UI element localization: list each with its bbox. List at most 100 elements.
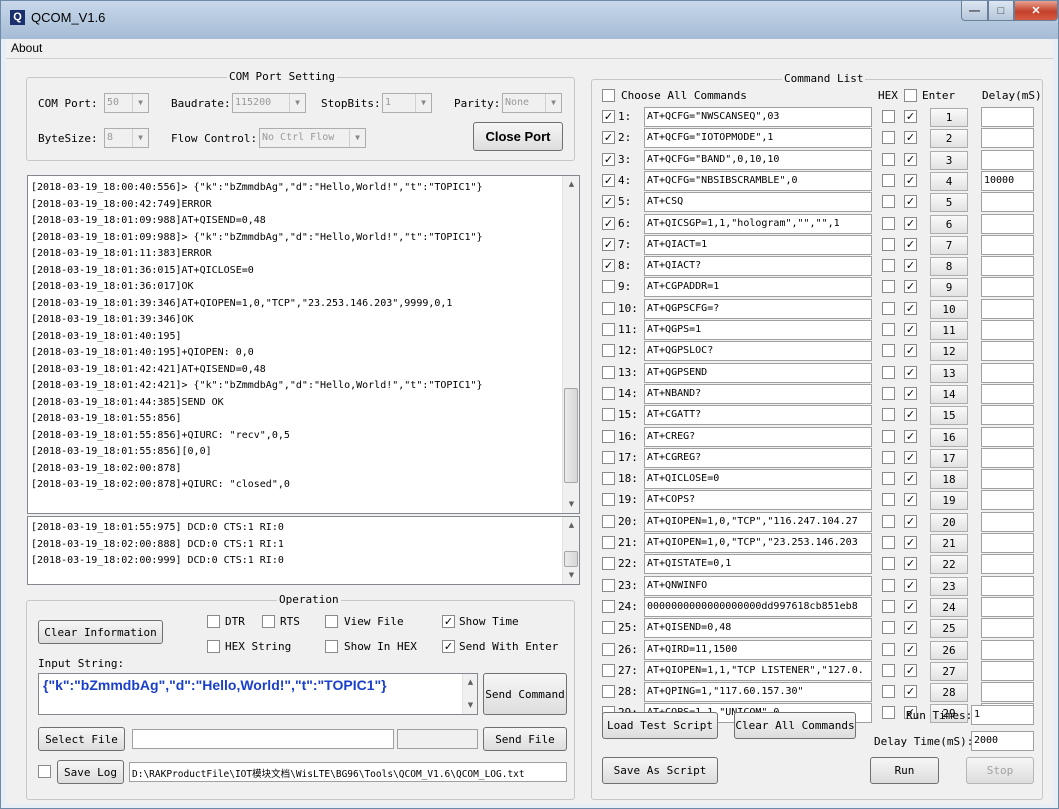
menu-about[interactable]: About: [11, 41, 42, 55]
command-enter-checkbox[interactable]: ✓: [904, 557, 917, 571]
command-enter-checkbox[interactable]: ✓: [904, 280, 917, 294]
command-input[interactable]: AT+QIOPEN=1,0,"TCP","116.247.104.27: [644, 511, 872, 532]
command-enter-checkbox[interactable]: ✓: [904, 685, 917, 699]
command-delay-input[interactable]: [981, 213, 1034, 234]
command-hex-checkbox[interactable]: [882, 216, 895, 230]
command-select-checkbox[interactable]: ✓: [602, 131, 615, 145]
status-scroll-thumb[interactable]: [564, 551, 578, 567]
command-select-checkbox[interactable]: ✓: [602, 173, 615, 187]
command-delay-input[interactable]: [981, 405, 1034, 426]
command-delay-input[interactable]: [981, 192, 1034, 213]
maximize-button[interactable]: □: [988, 1, 1014, 21]
save-log-button[interactable]: Save Log: [57, 760, 124, 784]
file-path-field[interactable]: [132, 729, 394, 749]
command-hex-checkbox[interactable]: [882, 323, 895, 336]
command-enter-checkbox[interactable]: ✓: [904, 131, 917, 145]
command-input[interactable]: AT+QCFG="NWSCANSEQ",03: [644, 107, 872, 127]
command-send-button[interactable]: 2: [930, 129, 968, 149]
command-enter-checkbox[interactable]: ✓: [904, 621, 917, 635]
rts-checkbox[interactable]: [262, 615, 275, 628]
command-select-checkbox[interactable]: [602, 557, 615, 571]
command-send-button[interactable]: 15: [930, 406, 968, 426]
command-delay-input[interactable]: [981, 511, 1034, 532]
command-select-checkbox[interactable]: ✓: [602, 259, 615, 273]
command-enter-checkbox[interactable]: ✓: [904, 216, 917, 230]
title-bar[interactable]: Q QCOM_V1.6 — □ ✕: [1, 1, 1058, 39]
command-send-button[interactable]: 23: [930, 576, 968, 596]
command-hex-checkbox[interactable]: [882, 301, 895, 315]
command-hex-checkbox[interactable]: [882, 259, 895, 273]
command-delay-input[interactable]: [981, 554, 1034, 575]
command-delay-input[interactable]: [981, 660, 1034, 681]
command-delay-input[interactable]: [981, 298, 1034, 319]
command-hex-checkbox[interactable]: [882, 578, 895, 592]
command-delay-input[interactable]: [981, 447, 1034, 468]
dtr-checkbox[interactable]: [207, 615, 220, 628]
command-hex-checkbox[interactable]: [882, 386, 895, 400]
send-with-enter-checkbox[interactable]: ✓: [442, 640, 455, 653]
command-send-button[interactable]: 12: [930, 342, 968, 362]
show-in-hex-checkbox[interactable]: [325, 640, 338, 653]
command-input[interactable]: 0000000000000000000dd997618cb851eb8: [644, 596, 872, 617]
parity-select[interactable]: None ▼: [502, 93, 562, 113]
scroll-up-icon[interactable]: ▲: [563, 517, 579, 534]
run-button[interactable]: Run: [870, 757, 939, 784]
command-delay-input[interactable]: [981, 490, 1034, 511]
command-hex-checkbox[interactable]: [882, 173, 895, 187]
hex-string-checkbox[interactable]: [207, 640, 220, 653]
command-select-checkbox[interactable]: [602, 578, 615, 592]
flow-control-select[interactable]: No Ctrl Flow ▼: [259, 128, 366, 148]
command-input[interactable]: AT+QIOPEN=1,1,"TCP LISTENER","127.0.: [644, 660, 872, 681]
command-input[interactable]: AT+QIOPEN=1,0,"TCP","23.253.146.203: [644, 533, 872, 553]
command-enter-checkbox[interactable]: ✓: [904, 450, 917, 464]
command-select-checkbox[interactable]: [602, 386, 615, 400]
stopbits-select[interactable]: 1 ▼: [382, 93, 432, 113]
command-delay-input[interactable]: [981, 362, 1034, 383]
command-send-button[interactable]: 26: [930, 640, 968, 660]
command-select-checkbox[interactable]: [602, 323, 615, 336]
close-port-button[interactable]: Close Port: [473, 122, 563, 151]
command-select-checkbox[interactable]: [602, 344, 615, 358]
command-hex-checkbox[interactable]: [882, 514, 895, 528]
command-delay-input[interactable]: [981, 383, 1034, 404]
command-hex-checkbox[interactable]: [882, 365, 895, 379]
command-send-button[interactable]: 1: [930, 108, 968, 127]
bytesize-select[interactable]: 8 ▼: [104, 128, 149, 148]
enter-all-checkbox[interactable]: [904, 89, 917, 102]
command-select-checkbox[interactable]: ✓: [602, 237, 615, 251]
command-select-checkbox[interactable]: [602, 685, 615, 699]
command-hex-checkbox[interactable]: [882, 450, 895, 464]
command-send-button[interactable]: 3: [930, 150, 968, 170]
command-select-checkbox[interactable]: [602, 301, 615, 315]
command-select-checkbox[interactable]: [602, 621, 615, 635]
command-enter-checkbox[interactable]: ✓: [904, 408, 917, 422]
command-input[interactable]: AT+QPING=1,"117.60.157.30": [644, 682, 872, 703]
command-input[interactable]: AT+QGPS=1: [644, 320, 872, 340]
command-send-button[interactable]: 27: [930, 661, 968, 681]
command-input[interactable]: AT+QNWINFO: [644, 575, 872, 596]
command-hex-checkbox[interactable]: [882, 472, 895, 486]
command-send-button[interactable]: 5: [930, 193, 968, 213]
command-hex-checkbox[interactable]: [882, 344, 895, 358]
command-hex-checkbox[interactable]: [882, 557, 895, 571]
command-enter-checkbox[interactable]: ✓: [904, 301, 917, 315]
command-input[interactable]: AT+QGPSCFG=?: [644, 298, 872, 319]
command-delay-input[interactable]: [981, 107, 1034, 127]
command-input[interactable]: AT+QCFG="NBSIBSCRAMBLE",0: [644, 170, 872, 191]
command-delay-input[interactable]: [981, 469, 1034, 490]
command-enter-checkbox[interactable]: ✓: [904, 663, 917, 677]
command-enter-checkbox[interactable]: ✓: [904, 365, 917, 379]
command-input[interactable]: AT+QISTATE=0,1: [644, 554, 872, 575]
command-select-checkbox[interactable]: ✓: [602, 110, 615, 123]
command-select-checkbox[interactable]: [602, 663, 615, 677]
delay-time-input[interactable]: 2000: [971, 731, 1034, 751]
command-hex-checkbox[interactable]: [882, 429, 895, 443]
command-select-checkbox[interactable]: [602, 493, 615, 507]
log-scroll-thumb[interactable]: [564, 388, 578, 483]
command-enter-checkbox[interactable]: ✓: [904, 472, 917, 486]
command-delay-input[interactable]: [981, 128, 1034, 149]
command-send-button[interactable]: 4: [930, 171, 968, 191]
select-file-button[interactable]: Select File: [38, 727, 125, 751]
command-send-button[interactable]: 22: [930, 555, 968, 575]
command-hex-checkbox[interactable]: [882, 706, 895, 720]
